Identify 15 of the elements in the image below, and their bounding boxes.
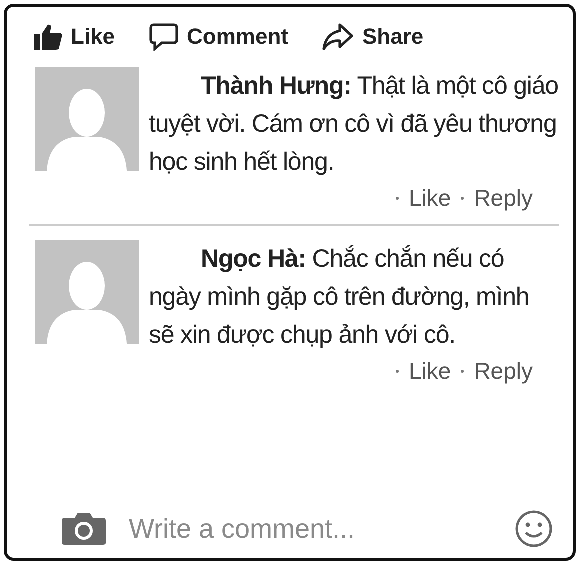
comment-text: Thành Hưng: Thật là một cô giáo tuyệt vời. Cám ơn cô vì đã yêu thương học sinh hết lòng. (149, 71, 559, 178)
comment-text: Ngọc Hà: Chắc chắn nếu có ngày mình gặp cô trên đường, mình sẽ xin được chụp ảnh với cô. (149, 244, 530, 351)
reply-link[interactable]: Reply (474, 358, 533, 385)
share-arrow-icon (322, 23, 354, 51)
smiley-icon[interactable] (515, 510, 553, 548)
speech-bubble-icon (149, 23, 180, 51)
comment-button[interactable]: Comment (149, 21, 288, 53)
comment-input[interactable]: Write a comment... (127, 512, 495, 546)
reply-link[interactable]: Reply (474, 185, 533, 212)
camera-icon[interactable] (61, 512, 107, 546)
like-link[interactable]: Like (408, 358, 452, 385)
thumbs-up-icon (33, 23, 63, 51)
share-button[interactable]: Share (322, 21, 424, 53)
like-button[interactable]: Like (33, 21, 116, 53)
like-link[interactable]: Like (408, 185, 452, 212)
